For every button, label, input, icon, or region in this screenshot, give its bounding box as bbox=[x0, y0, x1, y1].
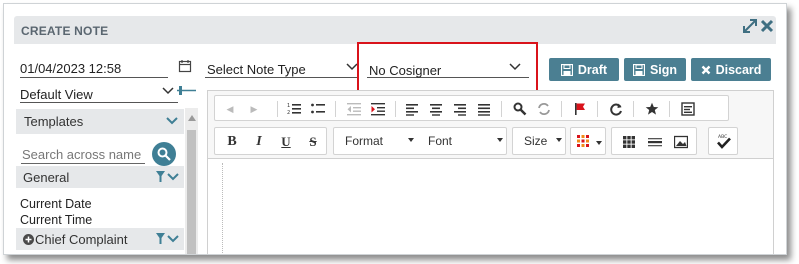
size-combo-group: Size bbox=[512, 127, 566, 155]
chief-complaint-label: Chief Complaint bbox=[35, 232, 128, 247]
note-type-select[interactable]: Select Note Type bbox=[205, 59, 357, 78]
expand-icon[interactable] bbox=[742, 18, 758, 34]
strikethrough-button[interactable]: S bbox=[306, 135, 320, 149]
toolbar-separator bbox=[633, 101, 634, 117]
scrollbar-thumb[interactable] bbox=[187, 130, 196, 254]
star-icon[interactable] bbox=[645, 102, 659, 116]
filter-collapse-icons[interactable] bbox=[156, 233, 180, 245]
font-dropdown[interactable]: Font bbox=[419, 129, 507, 153]
view-select[interactable]: Default View bbox=[20, 84, 178, 103]
save-icon bbox=[560, 63, 573, 76]
redo-icon[interactable]: ▶ bbox=[247, 102, 261, 116]
editor-toolbar: ◀ ▶ 1 2 B I U S Format Font Size ABC bbox=[208, 91, 773, 159]
save-icon bbox=[632, 63, 645, 76]
editor-margin-guide bbox=[222, 163, 223, 253]
create-note-window: CREATE NOTE 01/04/2023 12:58 Default Vie… bbox=[3, 3, 787, 255]
size-dropdown[interactable]: Size bbox=[515, 129, 567, 153]
color-group bbox=[570, 127, 606, 155]
toolbar-separator bbox=[395, 101, 396, 117]
svg-text:1: 1 bbox=[287, 103, 290, 109]
insert-group bbox=[611, 127, 697, 155]
note-editor[interactable]: ◀ ▶ 1 2 B I U S Format Font Size ABC bbox=[207, 90, 774, 254]
template-item-current-date[interactable]: Current Date bbox=[20, 197, 92, 211]
toolbar-row-1: ◀ ▶ 1 2 bbox=[214, 95, 729, 121]
caret-down-icon bbox=[408, 138, 414, 142]
caret-down-icon[interactable] bbox=[596, 141, 602, 145]
align-justify-icon[interactable] bbox=[477, 102, 491, 116]
chevron-down-icon[interactable] bbox=[166, 117, 178, 125]
toolbar-separator bbox=[561, 101, 562, 117]
pin-icon[interactable] bbox=[176, 84, 198, 98]
filter-collapse-icons[interactable] bbox=[156, 171, 180, 183]
plus-circle-icon bbox=[23, 234, 34, 245]
undo-icon[interactable]: ◀ bbox=[223, 102, 237, 116]
find-icon[interactable] bbox=[513, 102, 527, 116]
template-item-current-time[interactable]: Current Time bbox=[20, 213, 92, 227]
sign-button[interactable]: Sign bbox=[624, 58, 686, 81]
highlight-box bbox=[357, 42, 538, 96]
scroll-up-arrow-icon[interactable] bbox=[188, 115, 196, 121]
window-title: CREATE NOTE bbox=[21, 24, 109, 38]
format-label: Format bbox=[345, 134, 384, 148]
image-icon[interactable] bbox=[674, 135, 688, 149]
svg-text:ABC: ABC bbox=[718, 134, 727, 140]
horizontal-line-icon[interactable] bbox=[648, 135, 662, 149]
search-button[interactable] bbox=[152, 142, 176, 166]
bullet-list-icon[interactable] bbox=[311, 102, 325, 116]
svg-text:2: 2 bbox=[287, 110, 290, 116]
align-center-icon[interactable] bbox=[429, 102, 443, 116]
bold-button[interactable]: B bbox=[225, 135, 239, 149]
draft-label: Draft bbox=[577, 62, 608, 77]
caret-down-icon bbox=[556, 138, 562, 142]
size-label: Size bbox=[524, 134, 548, 148]
sign-label: Sign bbox=[649, 62, 678, 77]
datetime-field[interactable]: 01/04/2023 12:58 bbox=[20, 59, 168, 78]
caret-down-icon bbox=[497, 138, 503, 142]
align-left-icon[interactable] bbox=[405, 102, 419, 116]
calendar-icon[interactable] bbox=[178, 59, 192, 73]
window-controls bbox=[742, 16, 776, 38]
template-panel: Templates General Current Date Current T… bbox=[16, 108, 198, 254]
spellcheck-group: ABC bbox=[708, 127, 738, 155]
font-label: Font bbox=[428, 134, 453, 148]
title-bar: CREATE NOTE bbox=[14, 16, 776, 44]
draft-button[interactable]: Draft bbox=[549, 58, 619, 81]
close-icon bbox=[701, 65, 710, 74]
italic-button[interactable]: I bbox=[252, 135, 266, 149]
replace-icon[interactable] bbox=[537, 102, 551, 116]
refresh-icon[interactable] bbox=[609, 102, 623, 116]
template-search-input[interactable] bbox=[21, 146, 145, 164]
text-style-group: B I U S bbox=[214, 127, 327, 155]
discard-label: Discard bbox=[715, 62, 762, 77]
spellcheck-icon[interactable]: ABC bbox=[716, 133, 732, 149]
group-label: General bbox=[23, 170, 70, 185]
flag-icon[interactable] bbox=[573, 102, 587, 116]
toolbar-separator bbox=[335, 101, 336, 117]
toolbar-separator bbox=[501, 101, 502, 117]
templates-label: Templates bbox=[24, 114, 84, 129]
toolbar-separator bbox=[597, 101, 598, 117]
format-dropdown[interactable]: Format bbox=[336, 129, 416, 153]
indent-icon[interactable] bbox=[371, 102, 385, 116]
text-color-icon[interactable] bbox=[577, 135, 591, 149]
numbered-list-icon[interactable]: 1 2 bbox=[287, 102, 301, 116]
outdent-icon[interactable] bbox=[347, 102, 361, 116]
table-icon[interactable] bbox=[622, 135, 636, 149]
templates-header[interactable]: Templates bbox=[16, 109, 184, 134]
chevron-down-icon[interactable] bbox=[162, 87, 174, 95]
close-icon[interactable] bbox=[760, 19, 774, 33]
format-combo-group: Format Font bbox=[333, 127, 507, 155]
source-icon[interactable] bbox=[681, 102, 695, 116]
search-icon bbox=[157, 147, 171, 161]
toolbar-separator bbox=[277, 101, 278, 117]
underline-button[interactable]: U bbox=[279, 135, 293, 149]
discard-button[interactable]: Discard bbox=[691, 58, 771, 81]
align-right-icon[interactable] bbox=[453, 102, 467, 116]
toolbar-separator bbox=[669, 101, 670, 117]
